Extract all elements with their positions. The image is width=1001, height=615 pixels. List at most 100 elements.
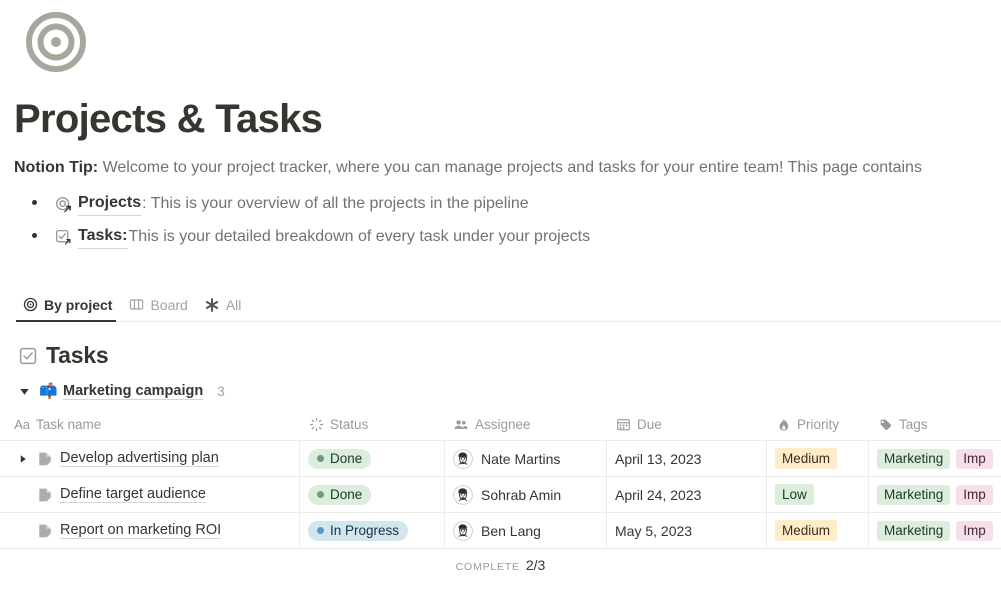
cell-tags[interactable]: Marketing Imp (869, 477, 1001, 512)
intro-rest: Welcome to your project tracker, where y… (98, 159, 922, 177)
column-label: Tags (899, 417, 928, 433)
priority-badge: Medium (775, 448, 838, 470)
calendar-icon (615, 417, 631, 433)
table-header-row: Aa Task name Status Assignee Due Priorit… (0, 409, 1001, 442)
tab-board[interactable]: Board (122, 287, 197, 322)
cell-task-name[interactable]: Develop advertising plan (0, 441, 300, 477)
page-title: Projects & Tasks (14, 97, 323, 141)
aa-text-icon: Aa (14, 417, 30, 433)
tag-chip: Imp (956, 484, 993, 505)
task-name-link[interactable]: Define target audience (60, 486, 206, 504)
cell-tags[interactable]: Marketing Imp (869, 441, 1001, 476)
tasks-page-link[interactable]: Tasks: (78, 224, 128, 250)
column-header-name[interactable]: Aa Task name (0, 409, 300, 440)
cell-assignee[interactable]: Sohrab Amin (445, 477, 607, 513)
group-header: 📫 Marketing campaign 3 (0, 369, 1001, 401)
caret-down-icon[interactable] (16, 384, 32, 400)
checked-box-icon (18, 346, 38, 366)
intro-paragraph: Notion Tip: Welcome to your project trac… (0, 142, 1001, 180)
cell-due[interactable]: April 24, 2023 (607, 477, 767, 513)
table-footer: COMPLETE 2/3 (0, 549, 1001, 573)
bullet-description: This is your detailed breakdown of every… (128, 227, 591, 245)
cell-task-name[interactable]: Report on marketing ROI (0, 513, 300, 549)
column-label: Status (330, 417, 369, 433)
cell-priority[interactable]: Low (767, 477, 869, 513)
column-header-status[interactable]: Status (300, 409, 445, 440)
cell-assignee[interactable]: Nate Martins (445, 441, 607, 477)
task-name-link[interactable]: Report on marketing ROI (60, 522, 222, 540)
column-header-tags[interactable]: Tags (869, 409, 1001, 440)
projects-page-link[interactable]: Projects (78, 191, 142, 217)
intro-lead: Notion Tip: (14, 159, 99, 177)
due-date: April 24, 2023 (615, 486, 702, 503)
mailbox-emoji-icon: 📫 (39, 383, 58, 401)
status-dot-icon (317, 527, 324, 535)
columns-icon (128, 297, 144, 313)
column-label: Assignee (475, 417, 531, 433)
table-row[interactable]: Define target audience Done Sohrab Amin … (0, 477, 1001, 514)
complete-label: COMPLETE (455, 561, 520, 574)
row-expand-icon[interactable] (14, 450, 32, 468)
assignee-name: Sohrab Amin (481, 486, 562, 503)
page-icon (36, 522, 53, 539)
table-row[interactable]: Report on marketing ROI In Progress Ben … (0, 513, 1001, 550)
list-item: Projects: This is your overview of all t… (14, 187, 1001, 220)
tasks-table: Aa Task name Status Assignee Due Priorit… (0, 409, 1001, 573)
task-name-link[interactable]: Develop advertising plan (60, 450, 219, 468)
tag-chip: Marketing (877, 448, 951, 469)
bullet-description: : This is your overview of all the proje… (142, 194, 529, 212)
status-label: In Progress (330, 523, 400, 539)
cell-priority[interactable]: Medium (767, 441, 869, 477)
assignee-name: Ben Lang (481, 522, 541, 539)
cell-task-name[interactable]: Define target audience (0, 477, 300, 513)
cell-assignee[interactable]: Ben Lang (445, 513, 607, 549)
cell-status[interactable]: In Progress (300, 513, 445, 549)
page-icon (36, 450, 53, 467)
cell-status[interactable]: Done (300, 477, 445, 513)
tab-by-project[interactable]: By project (16, 287, 122, 323)
group-name-link[interactable]: Marketing campaign (63, 383, 204, 401)
priority-badge: Low (775, 484, 814, 506)
tag-chip: Marketing (877, 484, 951, 505)
page-icon (36, 486, 53, 503)
tab-label: Board (150, 296, 188, 313)
status-badge: Done (308, 448, 372, 469)
database-title: Tasks (46, 342, 109, 369)
intro-bullet-list: Projects: This is your overview of all t… (0, 187, 1001, 253)
status-badge: In Progress (308, 520, 409, 541)
avatar (453, 448, 473, 469)
column-label: Priority (797, 417, 840, 433)
target-link-icon (54, 195, 73, 214)
status-dot-icon (317, 491, 324, 499)
table-row[interactable]: Develop advertising plan Done Nate Marti… (0, 441, 1001, 478)
column-label: Due (637, 417, 662, 433)
view-tab-bar: By project Board All (0, 287, 1001, 323)
people-icon (453, 417, 469, 433)
tag-chip: Imp (956, 520, 993, 541)
cell-due[interactable]: April 13, 2023 (607, 441, 767, 477)
asterisk-icon (204, 297, 220, 313)
column-header-assignee[interactable]: Assignee (445, 409, 607, 440)
status-label: Done (330, 487, 363, 503)
cell-due[interactable]: May 5, 2023 (607, 513, 767, 549)
tab-label: By project (44, 296, 113, 313)
cell-tags[interactable]: Marketing Imp (869, 513, 1001, 548)
column-header-priority[interactable]: Priority (767, 409, 869, 440)
cell-priority[interactable]: Medium (767, 513, 869, 549)
list-item: Tasks: This is your detailed breakdown o… (14, 220, 1001, 253)
checkbox-link-icon (54, 228, 73, 247)
notion-page: Projects & Tasks Notion Tip: Welcome to … (0, 0, 1001, 615)
status-dot-icon (317, 455, 324, 463)
assignee-name: Nate Martins (481, 450, 561, 467)
column-header-due[interactable]: Due (607, 409, 767, 440)
group-count: 3 (217, 384, 225, 400)
status-spinner-icon (308, 417, 324, 433)
tab-label: All (225, 296, 242, 313)
cell-status[interactable]: Done (300, 441, 445, 477)
bullseye-target-icon[interactable] (24, 10, 1001, 74)
tag-chip: Imp (956, 448, 993, 469)
tab-all[interactable]: All (198, 287, 252, 322)
status-label: Done (330, 451, 363, 467)
complete-value: 2/3 (525, 557, 546, 574)
bullseye-icon (22, 297, 38, 313)
